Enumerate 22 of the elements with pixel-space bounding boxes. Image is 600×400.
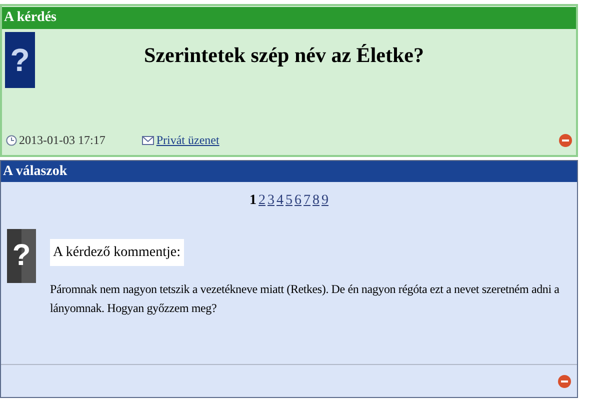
page-link[interactable]: 8 <box>312 190 320 211</box>
page-link[interactable]: 9 <box>322 190 328 211</box>
page-link[interactable]: 2 <box>258 190 266 211</box>
page-link[interactable]: 4 <box>276 190 284 211</box>
remove-icon[interactable] <box>558 374 571 388</box>
envelope-icon <box>142 134 154 146</box>
remove-icon[interactable] <box>559 134 572 146</box>
page-link[interactable]: 7 <box>304 190 310 211</box>
page-link[interactable]: 5 <box>286 190 292 211</box>
page-link[interactable]: 1 <box>250 190 256 211</box>
section-header: A kérdés <box>2 7 576 29</box>
comment-label: A kérdező kommentje: <box>50 239 184 266</box>
clock-icon <box>6 134 17 146</box>
section-header: A válaszok <box>1 161 577 182</box>
post-date: 2013-01-03 17:17 <box>19 132 106 149</box>
private-message-link[interactable]: Privát üzenet <box>156 131 220 149</box>
question-mark-icon: ? <box>7 229 36 283</box>
question-title: Szerintetek szép név az Életke? <box>143 42 425 69</box>
comment-text: Páromnak nem nagyon tetszik a vezetékneve miatt (Retkes). De én nagyon régóta ezt a nevet szeretném adni a lányomnak. Hogyan győzzem meg? <box>50 281 560 317</box>
page-link[interactable]: 3 <box>268 190 274 211</box>
page-link[interactable]: 6 <box>294 190 302 211</box>
question-mark-icon: ? <box>5 32 35 88</box>
